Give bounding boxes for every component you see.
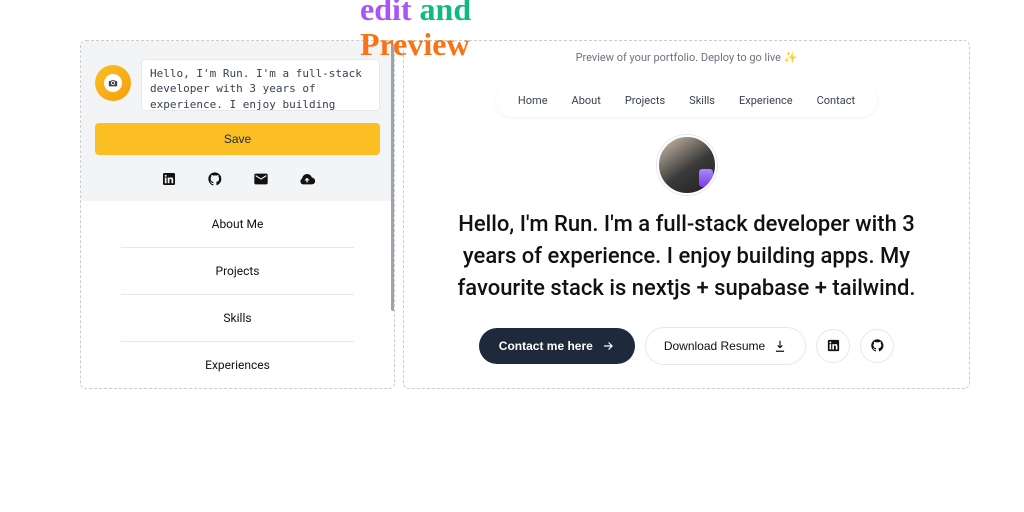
linkedin-button[interactable] [816, 329, 850, 363]
contact-button[interactable]: Contact me here [479, 328, 635, 364]
nav-skills[interactable]: Skills [689, 94, 715, 107]
hero-text: Hello, I'm Run. I'm a full-stack develop… [404, 209, 969, 305]
github-icon[interactable] [207, 171, 223, 187]
editor-panel: Save About Me Projects Skills Experience… [80, 40, 395, 389]
section-item-experiences[interactable]: Experiences [121, 342, 354, 388]
arrow-right-icon [601, 339, 615, 353]
preview-banner: Preview of your portfolio. Deploy to go … [404, 41, 969, 78]
avatar-upload[interactable] [95, 65, 131, 101]
github-icon [870, 338, 885, 353]
contact-button-label: Contact me here [499, 339, 593, 353]
nav-bar: Home About Projects Skills Experience Co… [496, 84, 877, 117]
github-button[interactable] [860, 329, 894, 363]
sections-list: About Me Projects Skills Experiences [81, 201, 394, 388]
cloud-download-icon[interactable] [299, 171, 315, 187]
camera-icon [104, 74, 122, 92]
section-item-skills[interactable]: Skills [121, 295, 354, 342]
avatar [657, 135, 717, 195]
linkedin-icon[interactable] [161, 171, 177, 187]
bio-input[interactable] [141, 59, 380, 111]
preview-panel: Preview of your portfolio. Deploy to go … [403, 40, 970, 389]
email-icon[interactable] [253, 171, 269, 187]
nav-contact[interactable]: Contact [817, 94, 855, 107]
nav-experience[interactable]: Experience [739, 94, 793, 107]
nav-about[interactable]: About [572, 94, 601, 107]
linkedin-icon [826, 338, 841, 353]
section-item-about[interactable]: About Me [121, 201, 354, 248]
download-resume-button[interactable]: Download Resume [645, 327, 806, 365]
nav-projects[interactable]: Projects [625, 94, 665, 107]
save-button[interactable]: Save [95, 123, 380, 155]
section-item-projects[interactable]: Projects [121, 248, 354, 295]
nav-home[interactable]: Home [518, 94, 548, 107]
download-icon [773, 339, 787, 353]
scrollbar[interactable] [391, 41, 395, 311]
resume-button-label: Download Resume [664, 339, 765, 353]
